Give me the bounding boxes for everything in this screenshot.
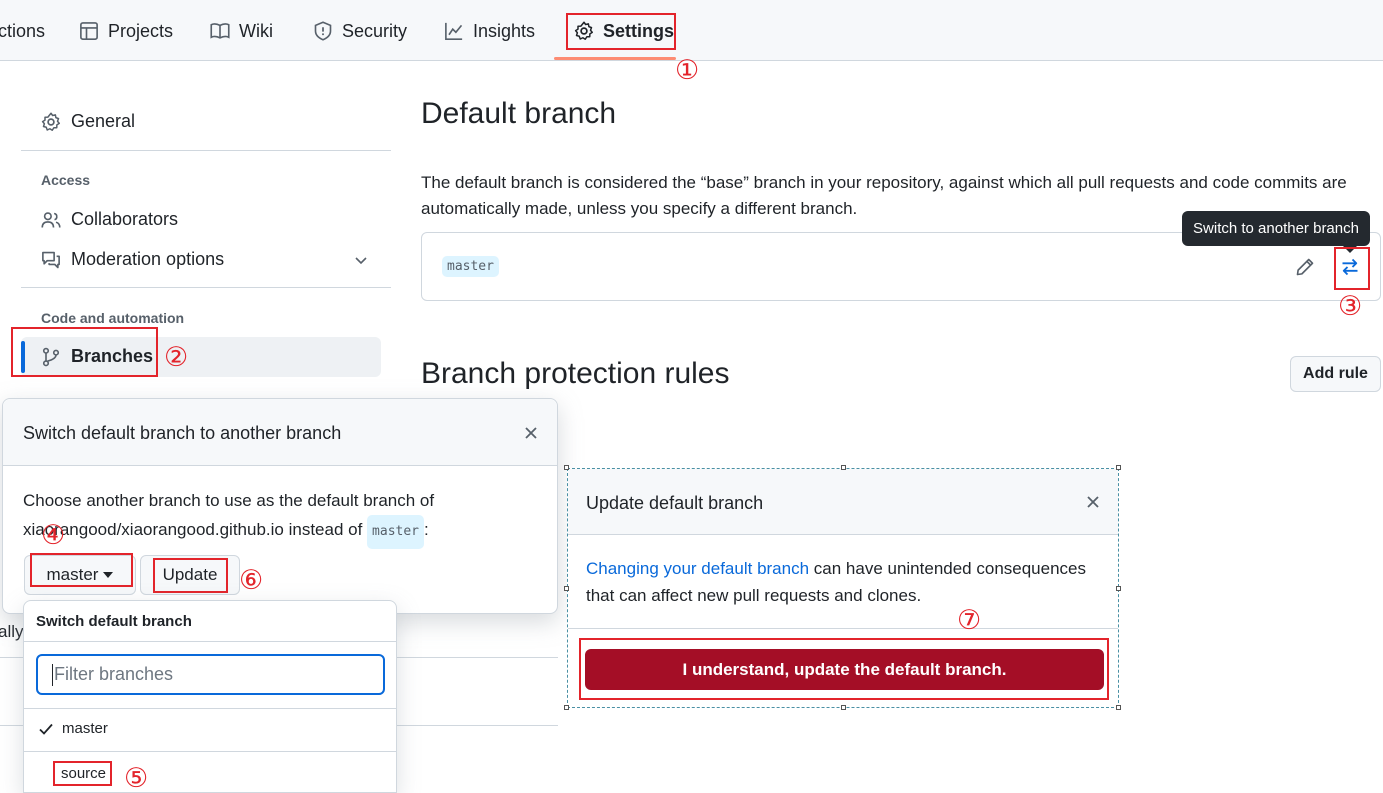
default-branch-title: Default branch <box>421 97 617 130</box>
sidebar-item-label: Moderation options <box>71 249 225 269</box>
dialog-body-text: Changing your default branch can have un… <box>586 555 1106 609</box>
graph-icon <box>445 22 463 40</box>
sidebar-heading-access: Access <box>41 172 91 188</box>
current-branch-code: master <box>367 515 425 549</box>
active-tab-underline <box>554 57 676 60</box>
resize-handle <box>564 586 569 591</box>
chevron-down-icon[interactable] <box>353 252 369 268</box>
annotation-box-settings <box>566 13 676 50</box>
tab-wiki[interactable]: Wiki <box>210 14 273 48</box>
annotation-marker-3: ③ <box>1338 291 1363 322</box>
resize-handle <box>564 705 569 710</box>
tab-label: Projects <box>108 20 174 41</box>
resize-handle <box>841 465 846 470</box>
sidebar-item-collaborators[interactable]: Collaborators <box>41 209 178 230</box>
dropdown-item-master[interactable]: master <box>38 720 108 737</box>
dropdown-divider <box>24 641 396 642</box>
annotation-box-switch <box>1334 247 1370 290</box>
dropdown-item-label: master <box>62 720 108 737</box>
tab-label: ctions <box>0 20 46 41</box>
dialog-title: Switch default branch to another branch <box>23 423 342 443</box>
annotation-box-source <box>53 761 112 786</box>
sidebar-item-label: General <box>71 111 136 131</box>
current-branch-code: master <box>442 256 499 277</box>
pencil-icon[interactable] <box>1295 257 1315 277</box>
filter-placeholder: Filter branches <box>54 664 174 684</box>
sidebar-item-moderation[interactable]: Moderation options <box>41 249 224 270</box>
annotation-box-select <box>30 553 133 587</box>
annotation-marker-4: ④ <box>41 520 66 551</box>
tab-label: Security <box>342 20 408 41</box>
dropdown-header: Switch default branch <box>36 613 192 630</box>
sidebar-divider <box>21 150 391 151</box>
tab-projects[interactable]: Projects <box>79 14 173 48</box>
sidebar-item-general[interactable]: General <box>41 111 135 132</box>
tab-label: Insights <box>473 20 536 41</box>
comment-discussion-icon <box>42 251 60 268</box>
tab-actions[interactable]: ctions <box>0 14 45 48</box>
annotation-marker-7: ⑦ <box>957 605 982 636</box>
branch-protection-title: Branch protection rules <box>421 357 730 390</box>
book-icon <box>210 23 230 39</box>
dialog-header: Switch default branch to another branch <box>3 399 557 466</box>
dialog-body-text: Choose another branch to use as the defa… <box>23 487 543 549</box>
close-icon[interactable] <box>1081 490 1105 514</box>
table-icon <box>80 22 98 40</box>
dialog-divider <box>568 628 1118 629</box>
close-icon[interactable] <box>519 421 543 445</box>
sidebar-item-label: Collaborators <box>71 209 179 229</box>
text-cursor <box>52 663 53 686</box>
changing-default-branch-link[interactable]: Changing your default branch <box>586 559 809 578</box>
resize-handle <box>564 465 569 470</box>
filter-branches-input[interactable]: Filter branches <box>36 654 385 695</box>
people-icon <box>41 211 61 228</box>
check-icon <box>39 723 53 735</box>
switch-branch-tooltip: Switch to another branch <box>1182 211 1370 246</box>
resize-handle <box>1116 586 1121 591</box>
resize-handle <box>1116 705 1121 710</box>
repo-nav: ctions Projects Wiki Security Insights S… <box>0 0 1383 61</box>
dropdown-divider <box>24 708 396 709</box>
annotation-marker-2: ② <box>164 342 189 373</box>
annotation-marker-6: ⑥ <box>239 565 264 596</box>
tab-label: Wiki <box>239 20 273 41</box>
shield-icon <box>314 21 332 41</box>
annotation-box-confirm <box>579 638 1109 700</box>
annotation-marker-1: ① <box>675 55 700 86</box>
dialog-header: Update default branch <box>568 469 1118 535</box>
tab-insights[interactable]: Insights <box>444 14 535 48</box>
resize-handle <box>1116 465 1121 470</box>
annotation-box-branches <box>11 327 158 377</box>
body-suffix: : <box>424 520 429 539</box>
resize-handle <box>841 705 846 710</box>
sidebar-divider <box>21 287 391 288</box>
dropdown-divider <box>24 751 396 752</box>
add-rule-button[interactable]: Add rule <box>1290 356 1381 392</box>
tab-security[interactable]: Security <box>313 14 407 48</box>
dialog-title: Update default branch <box>586 493 764 513</box>
annotation-box-update <box>153 558 228 593</box>
annotation-marker-5: ⑤ <box>124 763 149 793</box>
background-text-fragment: ally <box>0 622 24 641</box>
sidebar-heading-code: Code and automation <box>41 310 185 326</box>
gear-icon <box>41 112 60 131</box>
